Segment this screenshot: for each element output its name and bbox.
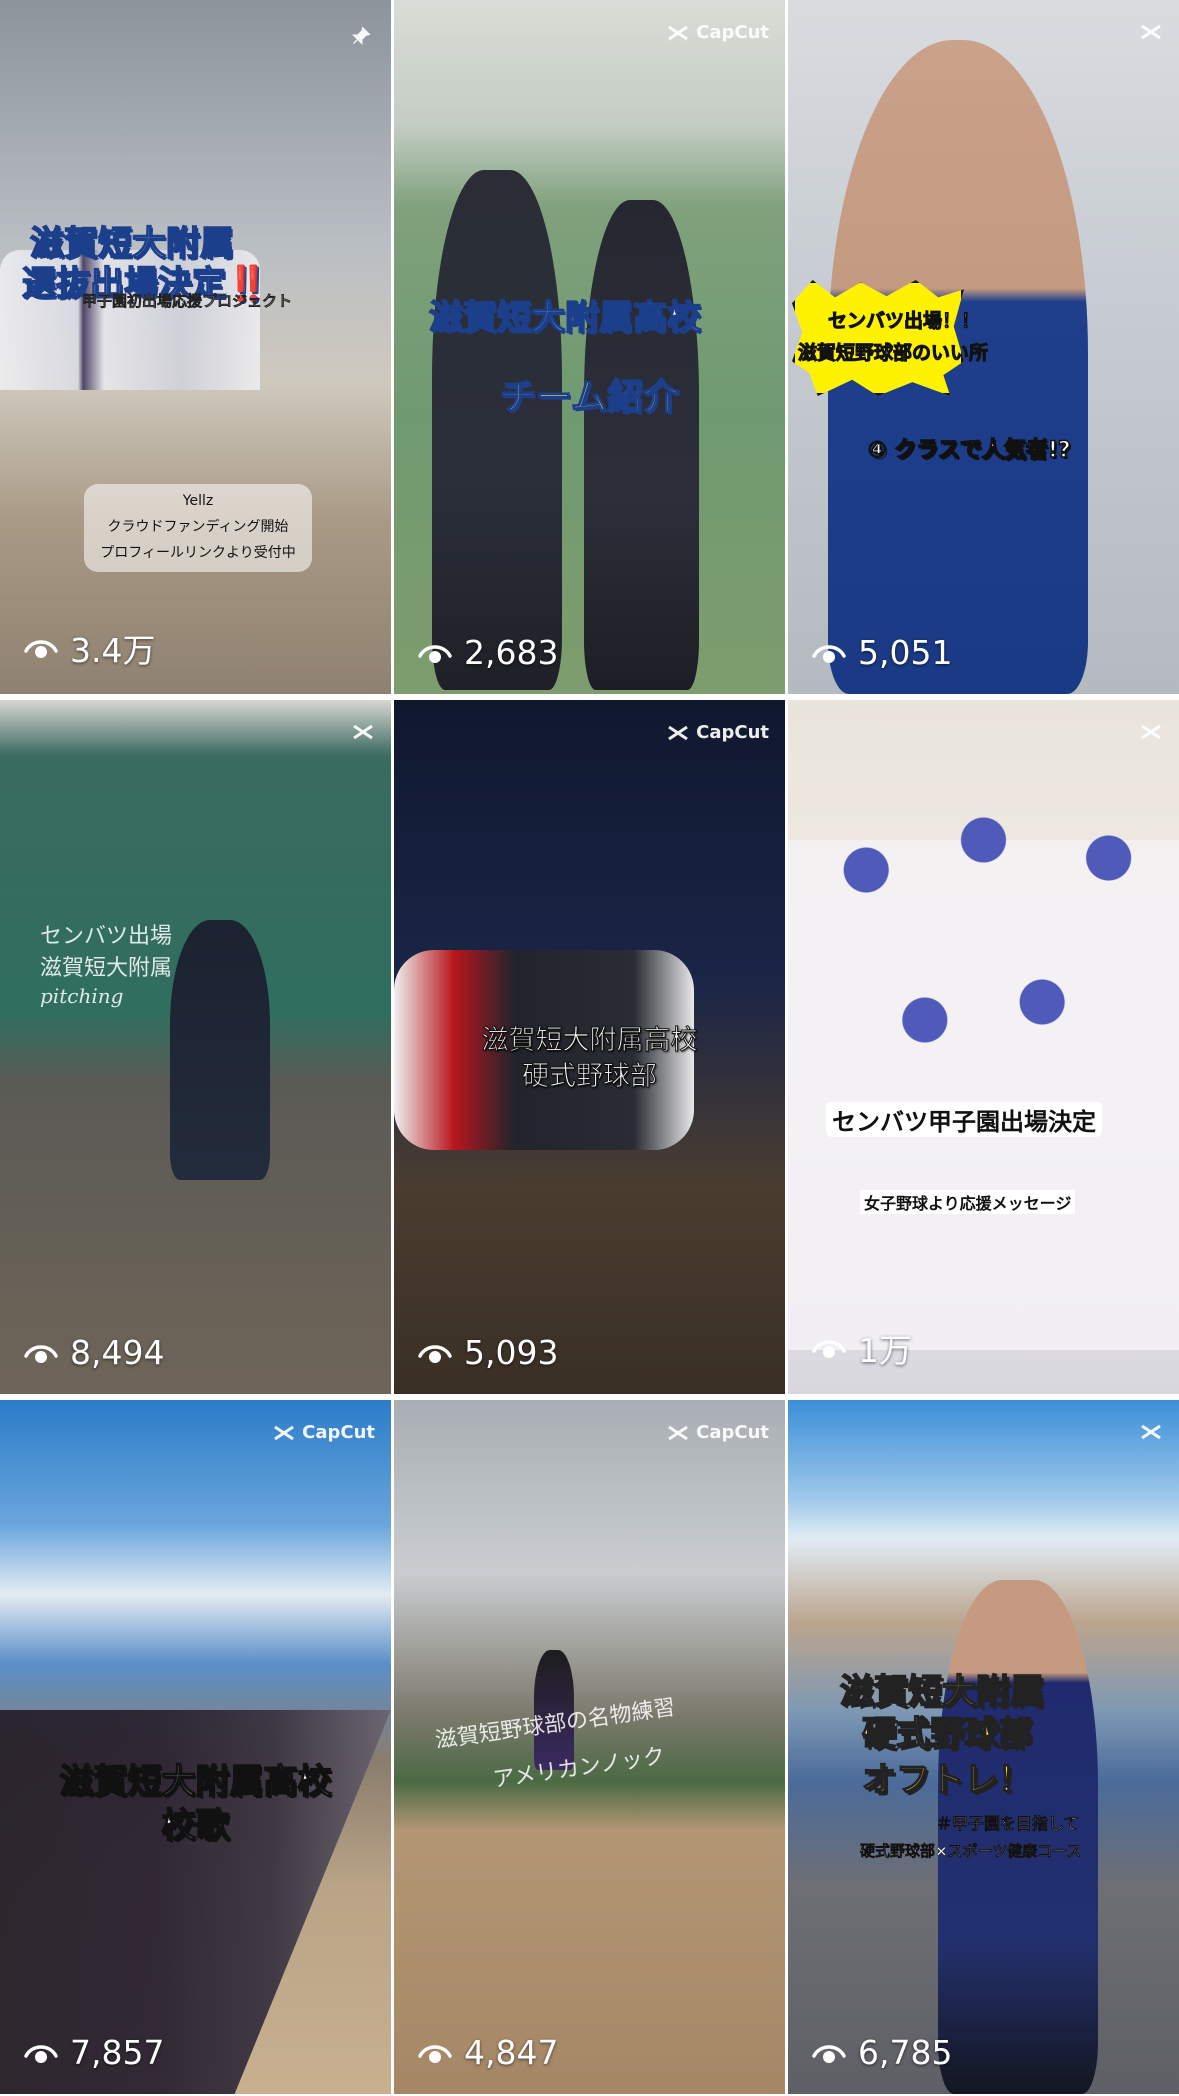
eye-icon	[24, 1344, 58, 1363]
caption-subtitle: チーム紹介	[499, 376, 679, 419]
view-count-value: 3.4万	[70, 631, 156, 670]
eye-icon	[418, 1344, 452, 1363]
player-figure	[432, 170, 562, 690]
caption-box-line: プロフィールリンクより受付中	[100, 545, 296, 561]
caption-burst-line: センバツ出場！！	[827, 310, 981, 333]
caption-box-line: クラウドファンディング開始	[107, 519, 289, 535]
caption-box: Yellz クラウドファンディング開始 プロフィールリンクより受付中	[84, 484, 312, 572]
capcut-badge: CapCut	[272, 1422, 375, 1443]
view-count-value: 2,683	[464, 633, 559, 672]
video-thumbnail[interactable]: 滋賀短大附属 選抜出場決定‼️ 甲子園初出場応援プロジェクト Yellz クラウ…	[0, 0, 391, 694]
video-thumbnail[interactable]: CapCut 滋賀短大附属高校 硬式野球部 5,093	[394, 700, 785, 1394]
eye-icon	[418, 644, 452, 663]
player-figure	[170, 920, 270, 1180]
video-thumbnail[interactable]: CapCut 滋賀短野球部の名物練習 アメリカンノック 4,847	[394, 1400, 785, 2094]
view-count-value: 6,785	[858, 2033, 953, 2072]
caption-subtitle: 滋賀短大附属	[40, 956, 173, 981]
eye-icon	[418, 2044, 452, 2063]
caption-course: 硬式野球部×スポーツ健康コース	[860, 1842, 1082, 1861]
caption-subtitle: 硬式野球部	[861, 1713, 1033, 1755]
capcut-icon	[1139, 722, 1163, 742]
capcut-icon	[1139, 22, 1163, 42]
view-count-value: 4,847	[464, 2033, 559, 2072]
capcut-badge: CapCut	[666, 722, 769, 743]
view-count: 4,847	[418, 2033, 558, 2072]
caption-subtitle: 校歌	[161, 1805, 231, 1847]
video-thumbnail[interactable]: センバツ出場 滋賀短大附属 pitching 8,494	[0, 700, 391, 1394]
video-grid: 滋賀短大附属 選抜出場決定‼️ 甲子園初出場応援プロジェクト Yellz クラウ…	[0, 0, 1179, 2096]
caption-project: 甲子園初出場応援プロジェクト	[82, 292, 293, 311]
capcut-icon	[1139, 1422, 1163, 1442]
caption-tag: pitching	[40, 984, 124, 1008]
player-figure	[938, 1580, 1098, 2094]
eye-icon	[812, 2044, 846, 2063]
caption-title: 滋賀短大附属高校	[59, 1761, 333, 1803]
video-thumbnail[interactable]: CapCut 滋賀短大附属高校 チーム紹介 2,683	[394, 0, 785, 694]
view-count: 6,785	[812, 2033, 952, 2072]
caption-burst-line: 滋賀短野球部のいい所	[797, 342, 989, 365]
eye-icon	[24, 640, 58, 658]
caption-hashtag: ＃甲子園を目指して	[936, 1814, 1080, 1834]
eye-icon	[812, 644, 846, 663]
players-group	[788, 750, 1179, 1350]
view-count-value: 5,093	[464, 1333, 559, 1372]
player-figure	[584, 200, 699, 690]
view-count: 8,494	[24, 1333, 164, 1372]
caption-subtitle: ④ クラスで人気者!?	[867, 437, 1071, 464]
view-count-value: 5,051	[858, 633, 953, 672]
pin-icon	[349, 26, 373, 46]
view-count: 5,093	[418, 1333, 558, 1372]
caption-subtitle: 女子野球より応援メッセージ	[860, 1190, 1076, 1214]
view-count: 2,683	[418, 633, 558, 672]
video-thumbnail[interactable]: センバツ甲子園出場決定 女子野球より応援メッセージ 1万	[788, 700, 1179, 1394]
capcut-badge: CapCut	[666, 1422, 769, 1443]
view-count-value: 7,857	[70, 2033, 165, 2072]
video-thumbnail[interactable]: CapCut 滋賀短大附属高校 校歌 7,857	[0, 1400, 391, 2094]
caption-title: 滋賀短大附属高校	[481, 1025, 698, 1057]
video-thumbnail[interactable]: センバツ出場！！ 滋賀短野球部のいい所 ④ クラスで人気者!? 5,051	[788, 0, 1179, 694]
eye-icon	[812, 1340, 846, 1358]
view-count: 7,857	[24, 2033, 164, 2072]
view-count: 5,051	[812, 633, 952, 672]
caption-title: 滋賀短大附属高校	[428, 297, 702, 339]
video-thumbnail[interactable]: 滋賀短大附属 硬式野球部 オフトレ！ ＃甲子園を目指して 硬式野球部×スポーツ健…	[788, 1400, 1179, 2094]
capcut-icon	[351, 722, 375, 742]
view-count-value: 8,494	[70, 1333, 165, 1372]
view-count: 1万	[812, 1324, 912, 1372]
view-count-value: 1万	[858, 1331, 912, 1370]
caption-title: センバツ出場	[40, 924, 173, 949]
caption-tagline: オフトレ！	[861, 1759, 1033, 1801]
caption-title: センバツ甲子園出場決定	[826, 1102, 1102, 1137]
eye-icon	[24, 2044, 58, 2063]
view-count: 3.4万	[24, 624, 155, 672]
caption-box-line: Yellz	[182, 493, 214, 509]
capcut-badge: CapCut	[666, 22, 769, 43]
caption-subtitle: 硬式野球部	[522, 1061, 658, 1093]
